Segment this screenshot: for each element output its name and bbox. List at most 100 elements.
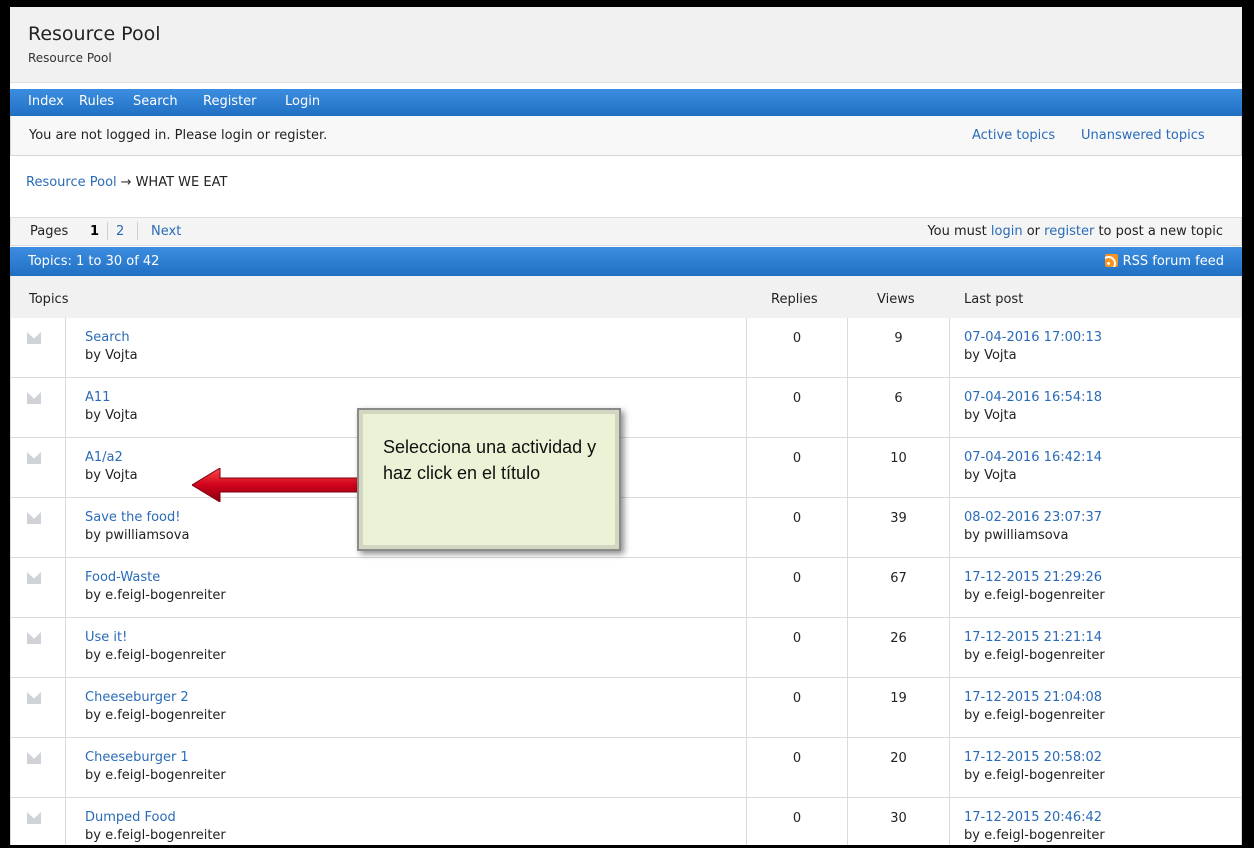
last-post-author: by Vojta [964,408,1017,423]
topic-author: by Vojta [85,348,138,363]
replies-count: 0 [792,451,802,466]
last-post-date-link[interactable]: 17-12-2015 21:04:08 [964,690,1102,705]
post-notice-prefix: You must [927,224,987,239]
nav-login[interactable]: Login [285,94,320,109]
views-cell: 30 [847,798,950,845]
topic-title-link[interactable]: A11 [85,390,110,405]
rss-feed-label: RSS forum feed [1122,254,1224,269]
login-status-message: You are not logged in. Please login or r… [29,128,328,143]
post-notice-suffix: to post a new topic [1098,224,1223,239]
last-post-author: by e.feigl-bogenreiter [964,828,1105,843]
replies-count: 0 [792,511,802,526]
column-header-last-post: Last post [964,292,1024,307]
breadcrumb-separator: → [120,175,132,190]
topic-author: by e.feigl-bogenreiter [85,828,226,843]
active-topics-link[interactable]: Active topics [972,128,1055,143]
rss-feed-link[interactable]: RSS forum feed [1104,254,1224,269]
topic-title-link[interactable]: Search [85,330,130,345]
topic-author: by e.feigl-bogenreiter [85,768,226,783]
page-2-link[interactable]: 2 [116,224,124,239]
last-post-date-link[interactable]: 08-02-2016 23:07:37 [964,510,1102,525]
replies-count: 0 [792,571,802,586]
topic-envelope-icon [27,812,41,824]
nav-index[interactable]: Index [28,94,64,109]
replies-count: 0 [792,751,802,766]
last-post-date-link[interactable]: 07-04-2016 17:00:13 [964,330,1102,345]
topic-envelope-icon [27,392,41,404]
replies-cell: 0 [746,558,847,617]
last-post-date-link[interactable]: 17-12-2015 21:29:26 [964,570,1102,585]
last-post-date-link[interactable]: 07-04-2016 16:54:18 [964,390,1102,405]
views-cell: 39 [847,498,950,557]
views-count: 6 [894,391,903,406]
views-count: 39 [890,511,907,526]
last-post-date-link[interactable]: 17-12-2015 20:46:42 [964,810,1102,825]
post-notice-login-link[interactable]: login [991,224,1023,239]
nav-register[interactable]: Register [203,94,257,109]
post-notice-register-link[interactable]: register [1044,224,1094,239]
nav-search[interactable]: Search [133,94,178,109]
table-row: A11 by Vojta 0 6 07-04-2016 16:54:18 by Vojta [10,378,1242,438]
instruction-callout: Selecciona una actividad y haz click en … [357,408,621,551]
topic-title-link[interactable]: Use it! [85,630,127,645]
table-row: Food-Waste by e.feigl-bogenreiter 0 67 17-12… [10,558,1242,618]
replies-cell: 0 [746,798,847,845]
replies-cell: 0 [746,318,847,377]
replies-cell: 0 [746,618,847,677]
pager-divider [137,222,138,240]
breadcrumb-home-link[interactable]: Resource Pool [26,175,117,190]
table-row: Use it! by e.feigl-bogenreiter 0 26 17-12-20… [10,618,1242,678]
table-row: Save the food! by pwilliamsova 0 39 08-02-20… [10,498,1242,558]
rss-icon [1104,254,1118,267]
topic-author: by pwilliamsova [85,528,190,543]
next-page-link[interactable]: Next [151,224,181,239]
site-title: Resource Pool [28,23,161,45]
topic-author: by Vojta [85,468,138,483]
last-post-author: by e.feigl-bogenreiter [964,648,1105,663]
last-post-author: by Vojta [964,468,1017,483]
breadcrumb-current-forum: WHAT WE EAT [135,175,228,190]
views-cell: 20 [847,738,950,797]
views-count: 26 [890,631,907,646]
views-count: 30 [890,811,907,826]
views-cell: 10 [847,438,950,497]
topic-icon-cell [11,798,66,845]
views-count: 67 [890,571,907,586]
topic-icon-cell [11,438,66,497]
topic-title-link[interactable]: Save the food! [85,510,180,525]
replies-count: 0 [792,391,802,406]
replies-cell: 0 [746,738,847,797]
post-notice-or: or [1026,224,1041,239]
last-post-date-link[interactable]: 07-04-2016 16:42:14 [964,450,1102,465]
column-header-views: Views [877,292,915,307]
views-cell: 67 [847,558,950,617]
last-post-author: by e.feigl-bogenreiter [964,588,1105,603]
topic-title-link[interactable]: Food-Waste [85,570,160,585]
callout-text: Selecciona una actividad y haz click en … [383,437,597,483]
topic-title-link[interactable]: Cheeseburger 1 [85,750,189,765]
topic-icon-cell [11,498,66,557]
forum-page: Resource Pool Resource Pool Index Rules … [10,7,1242,845]
last-post-date-link[interactable]: 17-12-2015 20:58:02 [964,750,1102,765]
topic-envelope-icon [27,452,41,464]
topic-title-link[interactable]: Dumped Food [85,810,176,825]
views-count: 10 [890,451,907,466]
topic-envelope-icon [27,752,41,764]
column-header-replies: Replies [771,292,818,307]
last-post-date-link[interactable]: 17-12-2015 21:21:14 [964,630,1102,645]
topic-icon-cell [11,558,66,617]
pages-label: Pages [30,224,69,239]
brand-header: Resource Pool Resource Pool [10,7,1242,83]
topic-title-link[interactable]: A1/a2 [85,450,123,465]
table-row: Dumped Food by e.feigl-bogenreiter 0 30 17-1… [10,798,1242,845]
unanswered-topics-link[interactable]: Unanswered topics [1081,128,1205,143]
table-row: Cheeseburger 2 by e.feigl-bogenreiter 0 19 1… [10,678,1242,738]
views-count: 20 [890,751,907,766]
pager-divider [107,222,108,240]
last-post-author: by e.feigl-bogenreiter [964,768,1105,783]
nav-rules[interactable]: Rules [79,94,114,109]
topic-author: by e.feigl-bogenreiter [85,708,226,723]
views-cell: 19 [847,678,950,737]
views-count: 9 [894,331,903,346]
topic-title-link[interactable]: Cheeseburger 2 [85,690,189,705]
